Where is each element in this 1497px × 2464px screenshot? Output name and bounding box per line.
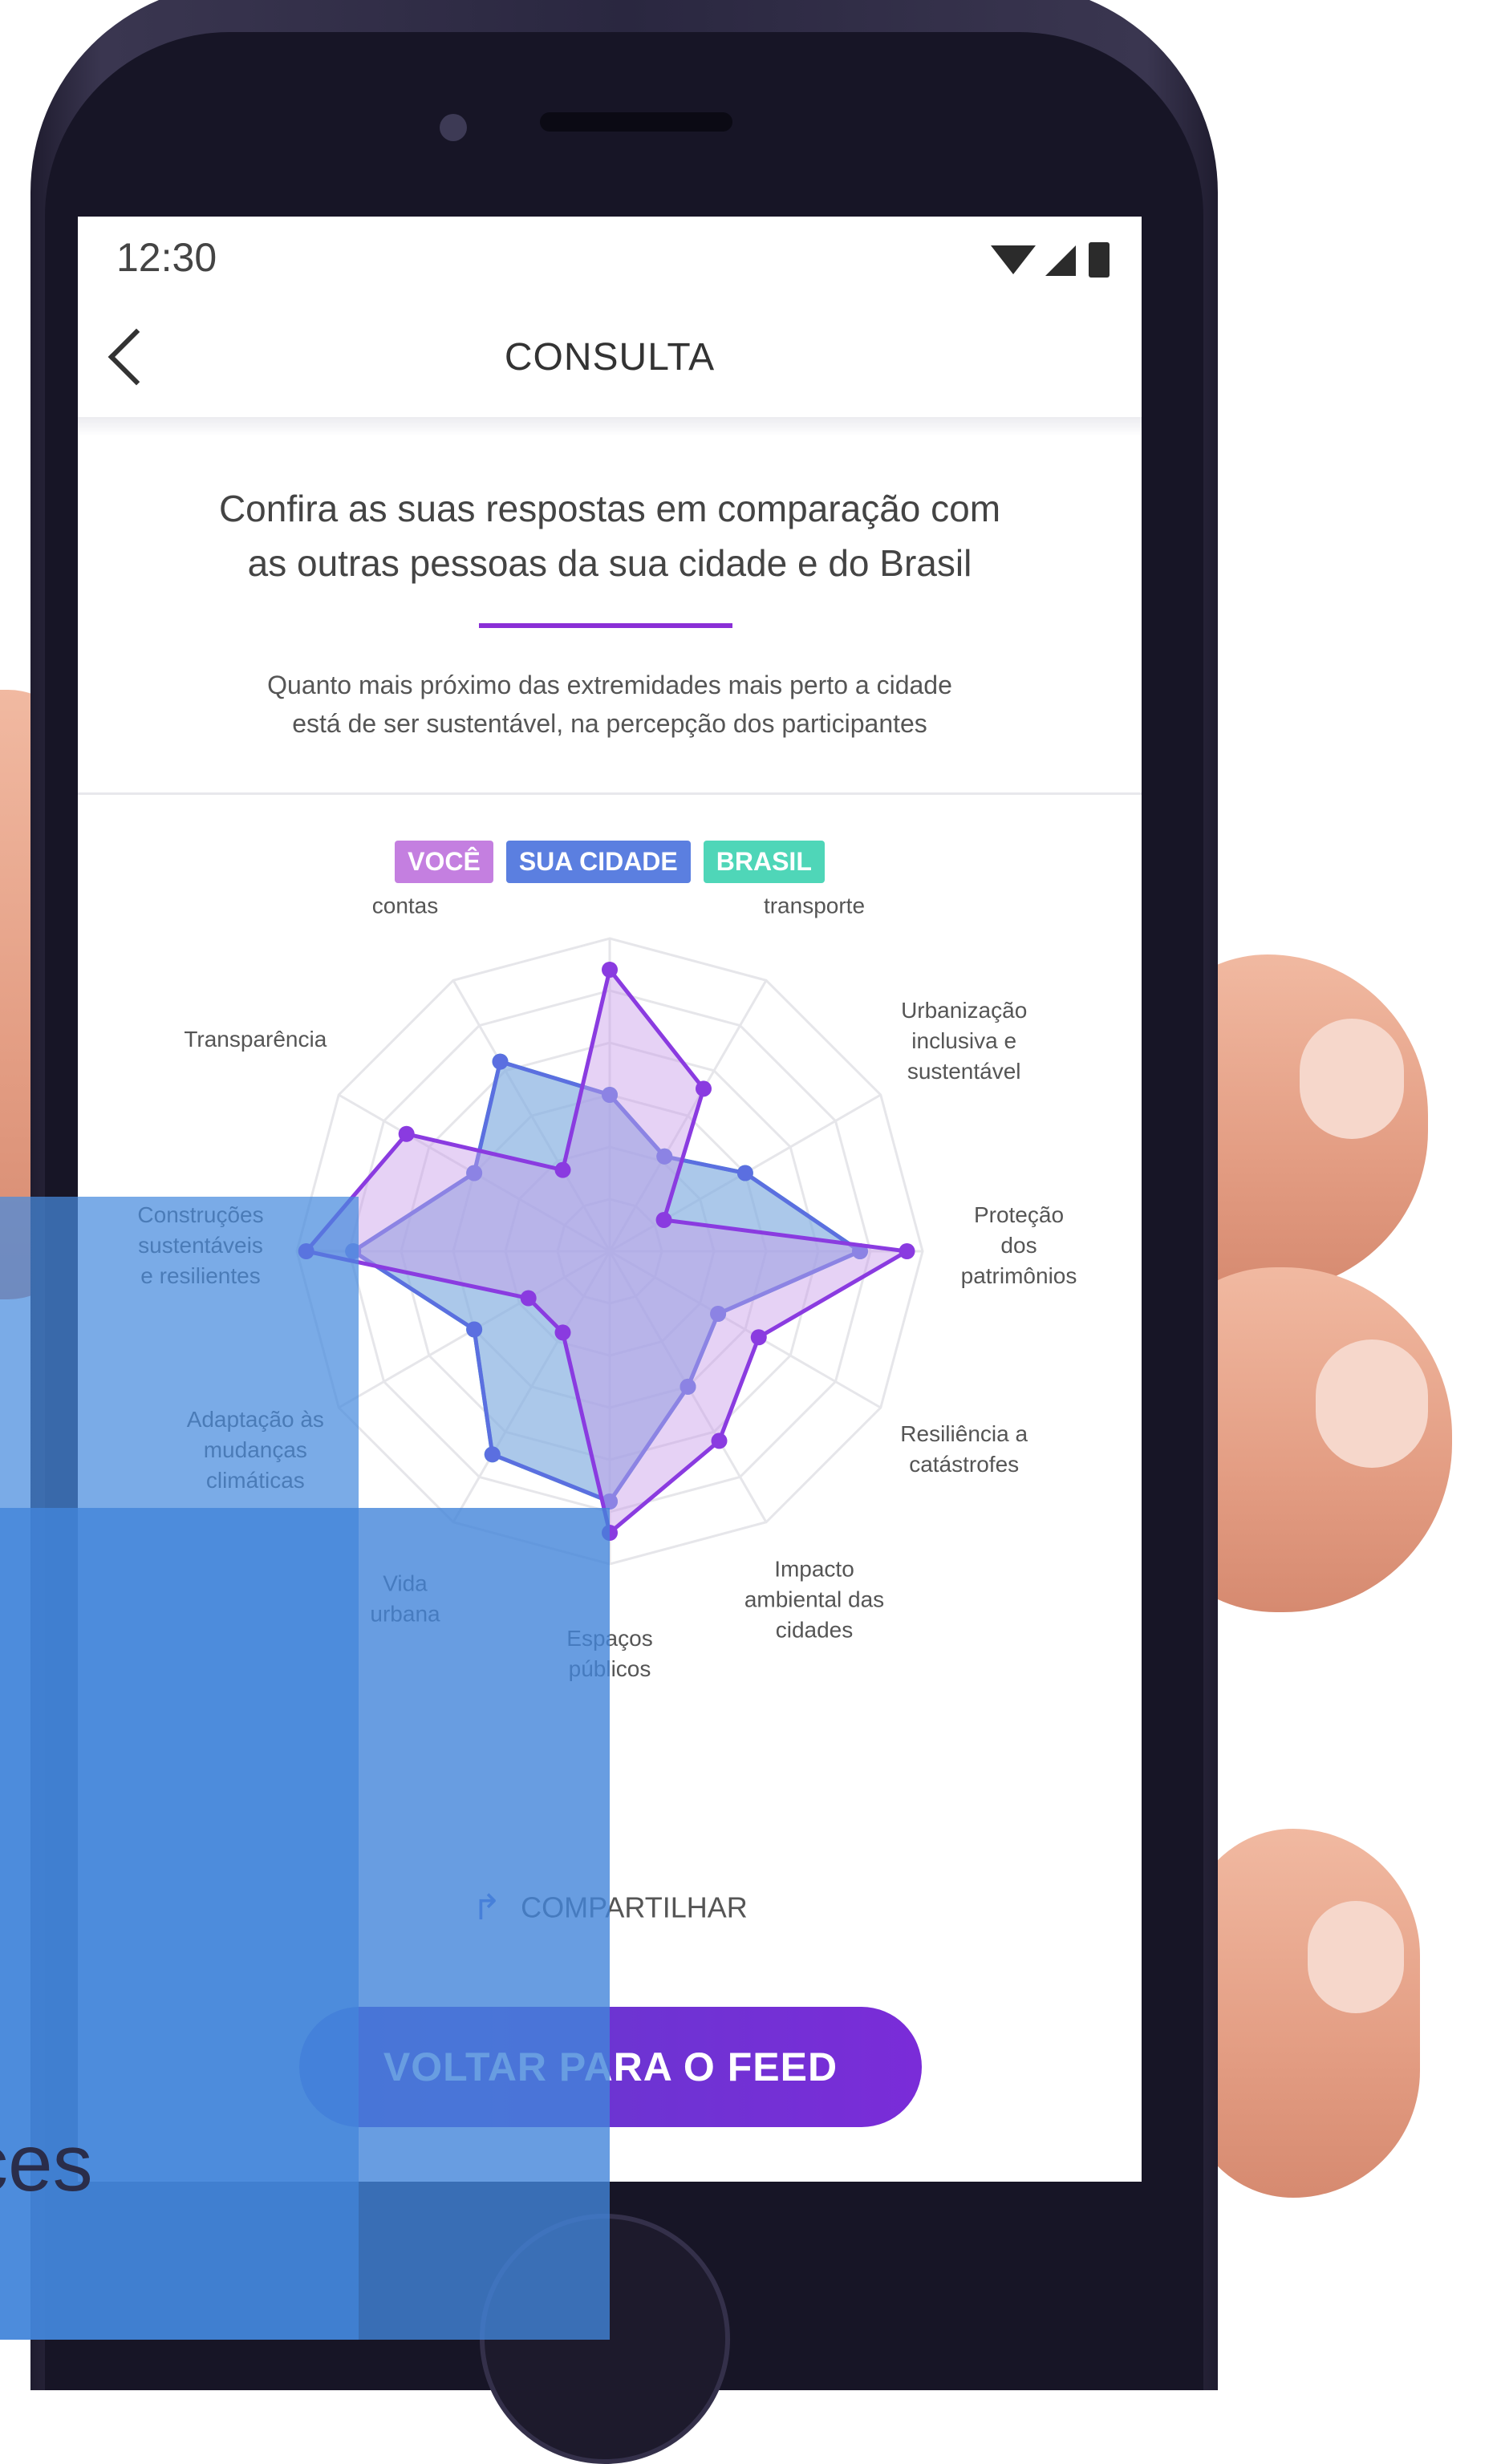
radar-point	[484, 1446, 501, 1463]
intro-line-1: Confira as suas respostas em comparação …	[218, 488, 1001, 529]
earpiece-speaker	[540, 112, 732, 132]
radar-point	[736, 1165, 753, 1181]
radar-point	[398, 1125, 415, 1142]
radar-point	[899, 1243, 915, 1259]
radar-point	[750, 1329, 767, 1346]
radar-point	[466, 1321, 483, 1338]
section-divider	[78, 792, 1142, 795]
radar-point	[655, 1212, 672, 1228]
front-camera	[440, 114, 467, 141]
intro-line-2: as outras pessoas da sua cidade e do Bra…	[247, 542, 972, 584]
wifi-icon	[991, 245, 1036, 274]
overlay-text-fragment: ces	[0, 2118, 93, 2208]
intro-text: Confira as suas respostas em comparação …	[110, 481, 1110, 590]
radar-axis-label: Resiliência a catástrofes	[900, 1421, 1028, 1477]
radar-point	[696, 1080, 712, 1097]
radar-axis-label: Transparência	[184, 1027, 327, 1052]
radar-point	[602, 962, 618, 978]
radar-axis-label: Acesso atransporte	[764, 890, 865, 918]
radar-point	[711, 1433, 728, 1449]
page-title: CONSULTA	[504, 336, 716, 379]
radar-axis-label: Impacto ambiental das cidades	[744, 1557, 884, 1643]
status-time: 12:30	[116, 235, 217, 280]
header-shadow	[78, 417, 1142, 436]
radar-series-0	[302, 965, 914, 1537]
radar-axis-label: Prestação decontas	[339, 890, 472, 918]
accent-divider	[479, 623, 732, 628]
legend-sua-cidade[interactable]: SUA CIDADE	[505, 841, 691, 883]
description-line-2: está de ser sustentável, na percepção do…	[292, 709, 927, 738]
description-line-1: Quanto mais próximo das extremidades mai…	[267, 671, 952, 699]
radar-point	[554, 1161, 571, 1178]
legend-brasil[interactable]: BRASIL	[703, 841, 825, 883]
radar-point	[492, 1053, 509, 1070]
radar-point	[520, 1290, 537, 1307]
legend-voce[interactable]: VOCÊ	[395, 841, 493, 883]
description-text: Quanto mais próximo das extremidades mai…	[142, 666, 1077, 743]
chart-legend: VOCÊ SUA CIDADE BRASIL	[78, 841, 1142, 883]
finger-right-bottom	[1187, 1829, 1420, 2198]
battery-icon	[1089, 242, 1110, 278]
radar-axis-label: Proteção dos patrimônios	[961, 1202, 1077, 1288]
signal-icon	[1045, 245, 1076, 276]
radar-point	[554, 1324, 571, 1341]
overlay-panel-lower	[0, 1508, 610, 2340]
radar-axis-label: Urbanização inclusiva e sustentável	[901, 998, 1027, 1084]
